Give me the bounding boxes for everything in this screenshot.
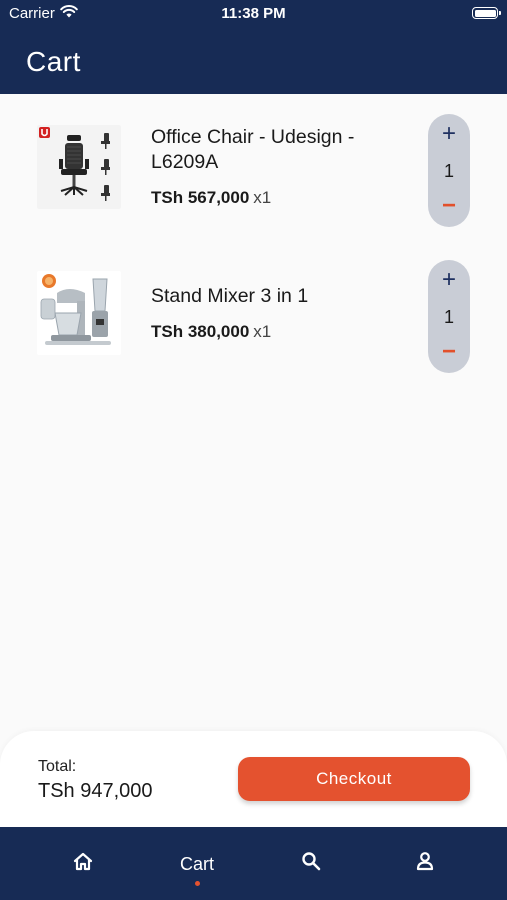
increase-quantity-button[interactable]: + — [428, 268, 470, 292]
profile-icon — [415, 851, 435, 876]
increase-quantity-button[interactable]: + — [428, 122, 470, 146]
product-price: TSh 380,000 — [151, 322, 250, 341]
decrease-quantity-button[interactable]: − — [428, 340, 470, 364]
total-label: Total: — [38, 758, 77, 775]
tab-profile[interactable] — [392, 827, 458, 900]
product-name[interactable]: Stand Mixer 3 in 1 — [151, 284, 401, 309]
status-bar: Carrier 11:38 PM — [0, 0, 507, 28]
quantity-stepper: + 1 − — [428, 260, 470, 373]
cart-item: Office Chair - Udesign - L6209A TSh 567,… — [0, 113, 507, 233]
tab-cart[interactable]: Cart — [157, 827, 237, 900]
quantity-stepper: + 1 − — [428, 114, 470, 227]
active-tab-indicator — [194, 881, 200, 886]
page-title: Cart — [26, 46, 81, 77]
quantity-multiplier: x1 — [253, 322, 272, 341]
battery-icon — [472, 7, 501, 19]
cart-item: Stand Mixer 3 in 1 TSh 380,000 x1 + 1 − — [0, 260, 507, 380]
quantity-value: 1 — [443, 161, 454, 181]
cart-summary: Total: TSh 947,000 Checkout — [0, 731, 507, 827]
decrease-quantity-button[interactable]: − — [428, 194, 470, 218]
tab-home[interactable] — [50, 827, 116, 900]
quantity-multiplier: x1 — [253, 188, 272, 207]
checkout-button[interactable]: Checkout — [238, 757, 470, 801]
product-price-line: TSh 567,000 x1 — [151, 188, 271, 208]
stand-mixer-product-image[interactable] — [37, 271, 121, 355]
product-price-line: TSh 380,000 x1 — [151, 322, 271, 342]
bottom-tab-bar: Cart — [0, 827, 507, 900]
home-icon — [73, 852, 93, 876]
app-header: Cart — [0, 28, 507, 94]
total-value: TSh 947,000 — [38, 780, 153, 802]
product-price: TSh 567,000 — [151, 188, 250, 207]
product-name[interactable]: Office Chair - Udesign - L6209A — [151, 125, 401, 175]
tab-search[interactable] — [278, 827, 344, 900]
office-chair-product-image[interactable] — [37, 125, 121, 209]
tab-cart-label: Cart — [179, 854, 214, 874]
search-icon — [301, 851, 321, 876]
quantity-value: 1 — [443, 307, 454, 327]
status-time: 11:38 PM — [221, 5, 286, 22]
